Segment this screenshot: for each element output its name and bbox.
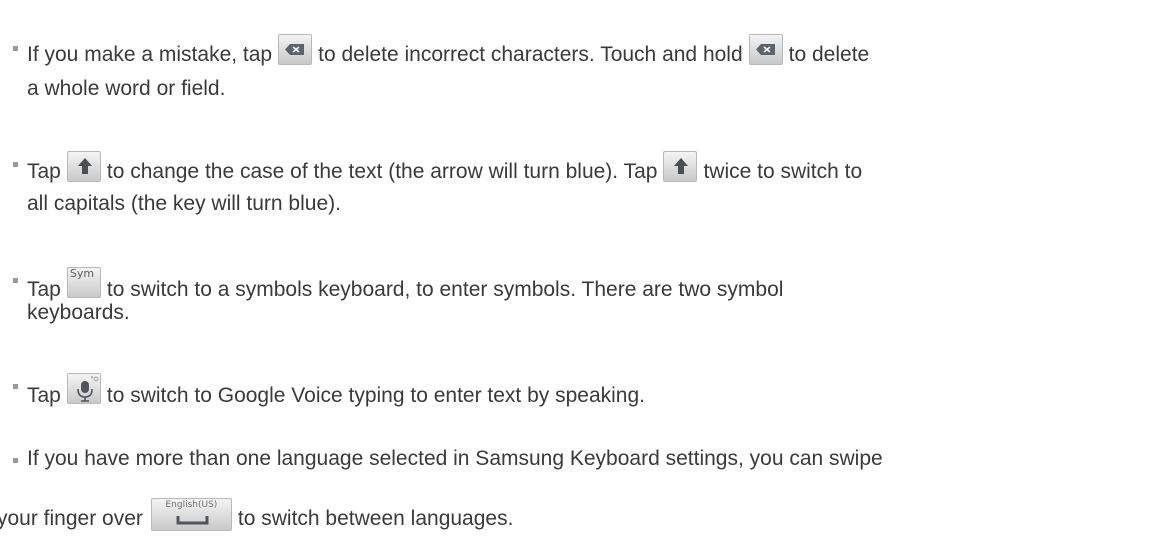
text-span: Tap bbox=[27, 160, 61, 183]
text-span: twice to switch to bbox=[703, 160, 863, 183]
text-span: If you make a mistake, tap bbox=[27, 43, 273, 66]
text-line: Tap to change the case of the text (the a… bbox=[27, 151, 862, 184]
backspace-key-icon bbox=[748, 34, 783, 65]
text-line: your finger over English(US) to switch bet… bbox=[0, 498, 513, 531]
text-span: If you have more than one language selec… bbox=[27, 447, 883, 470]
bullet-marker bbox=[13, 46, 18, 51]
sym-key-label: Sym bbox=[69, 267, 95, 280]
bullet-marker bbox=[13, 458, 18, 463]
text-line: If you have more than one language selec… bbox=[27, 447, 883, 471]
backspace-key-icon bbox=[278, 34, 313, 65]
text-line: If you make a mistake, tap to delete inco… bbox=[27, 34, 869, 67]
text-span: keyboards. bbox=[27, 301, 130, 324]
text-span: all capitals (the key will turn blue). bbox=[27, 192, 341, 215]
text-line: Tap Sym to switch to a symbols keyboard, t… bbox=[27, 267, 783, 302]
text-line: Tap to switch to Google Voice typing to e… bbox=[27, 373, 645, 408]
text-span: to switch to Google Voice typing to ente… bbox=[106, 384, 646, 407]
microphone-key-icon bbox=[66, 373, 101, 404]
text-line: a whole word or field. bbox=[27, 77, 225, 101]
bullet-marker bbox=[13, 384, 18, 389]
shift-key-icon bbox=[66, 151, 101, 182]
space-bar-key-icon: English(US) bbox=[150, 498, 232, 531]
shift-key-icon bbox=[663, 151, 698, 182]
text-span: a whole word or field. bbox=[27, 77, 226, 100]
text-line: all capitals (the key will turn blue). bbox=[27, 192, 341, 216]
text-span: Tap bbox=[27, 278, 61, 301]
text-line: keyboards. bbox=[27, 301, 130, 325]
text-span: to change the case of the text (the arro… bbox=[106, 160, 658, 183]
bullet-marker bbox=[13, 162, 18, 167]
text-span: to switch to a symbols keyboard, to ente… bbox=[106, 278, 784, 301]
text-span: to delete incorrect characters. Touch an… bbox=[318, 43, 743, 66]
bullet-marker bbox=[13, 278, 18, 283]
text-span: to switch between languages. bbox=[237, 507, 514, 530]
text-span: to delete bbox=[788, 43, 870, 66]
text-span: Tap bbox=[27, 384, 61, 407]
text-span: your finger over bbox=[0, 507, 143, 530]
sym-key-icon: Sym bbox=[66, 267, 101, 298]
